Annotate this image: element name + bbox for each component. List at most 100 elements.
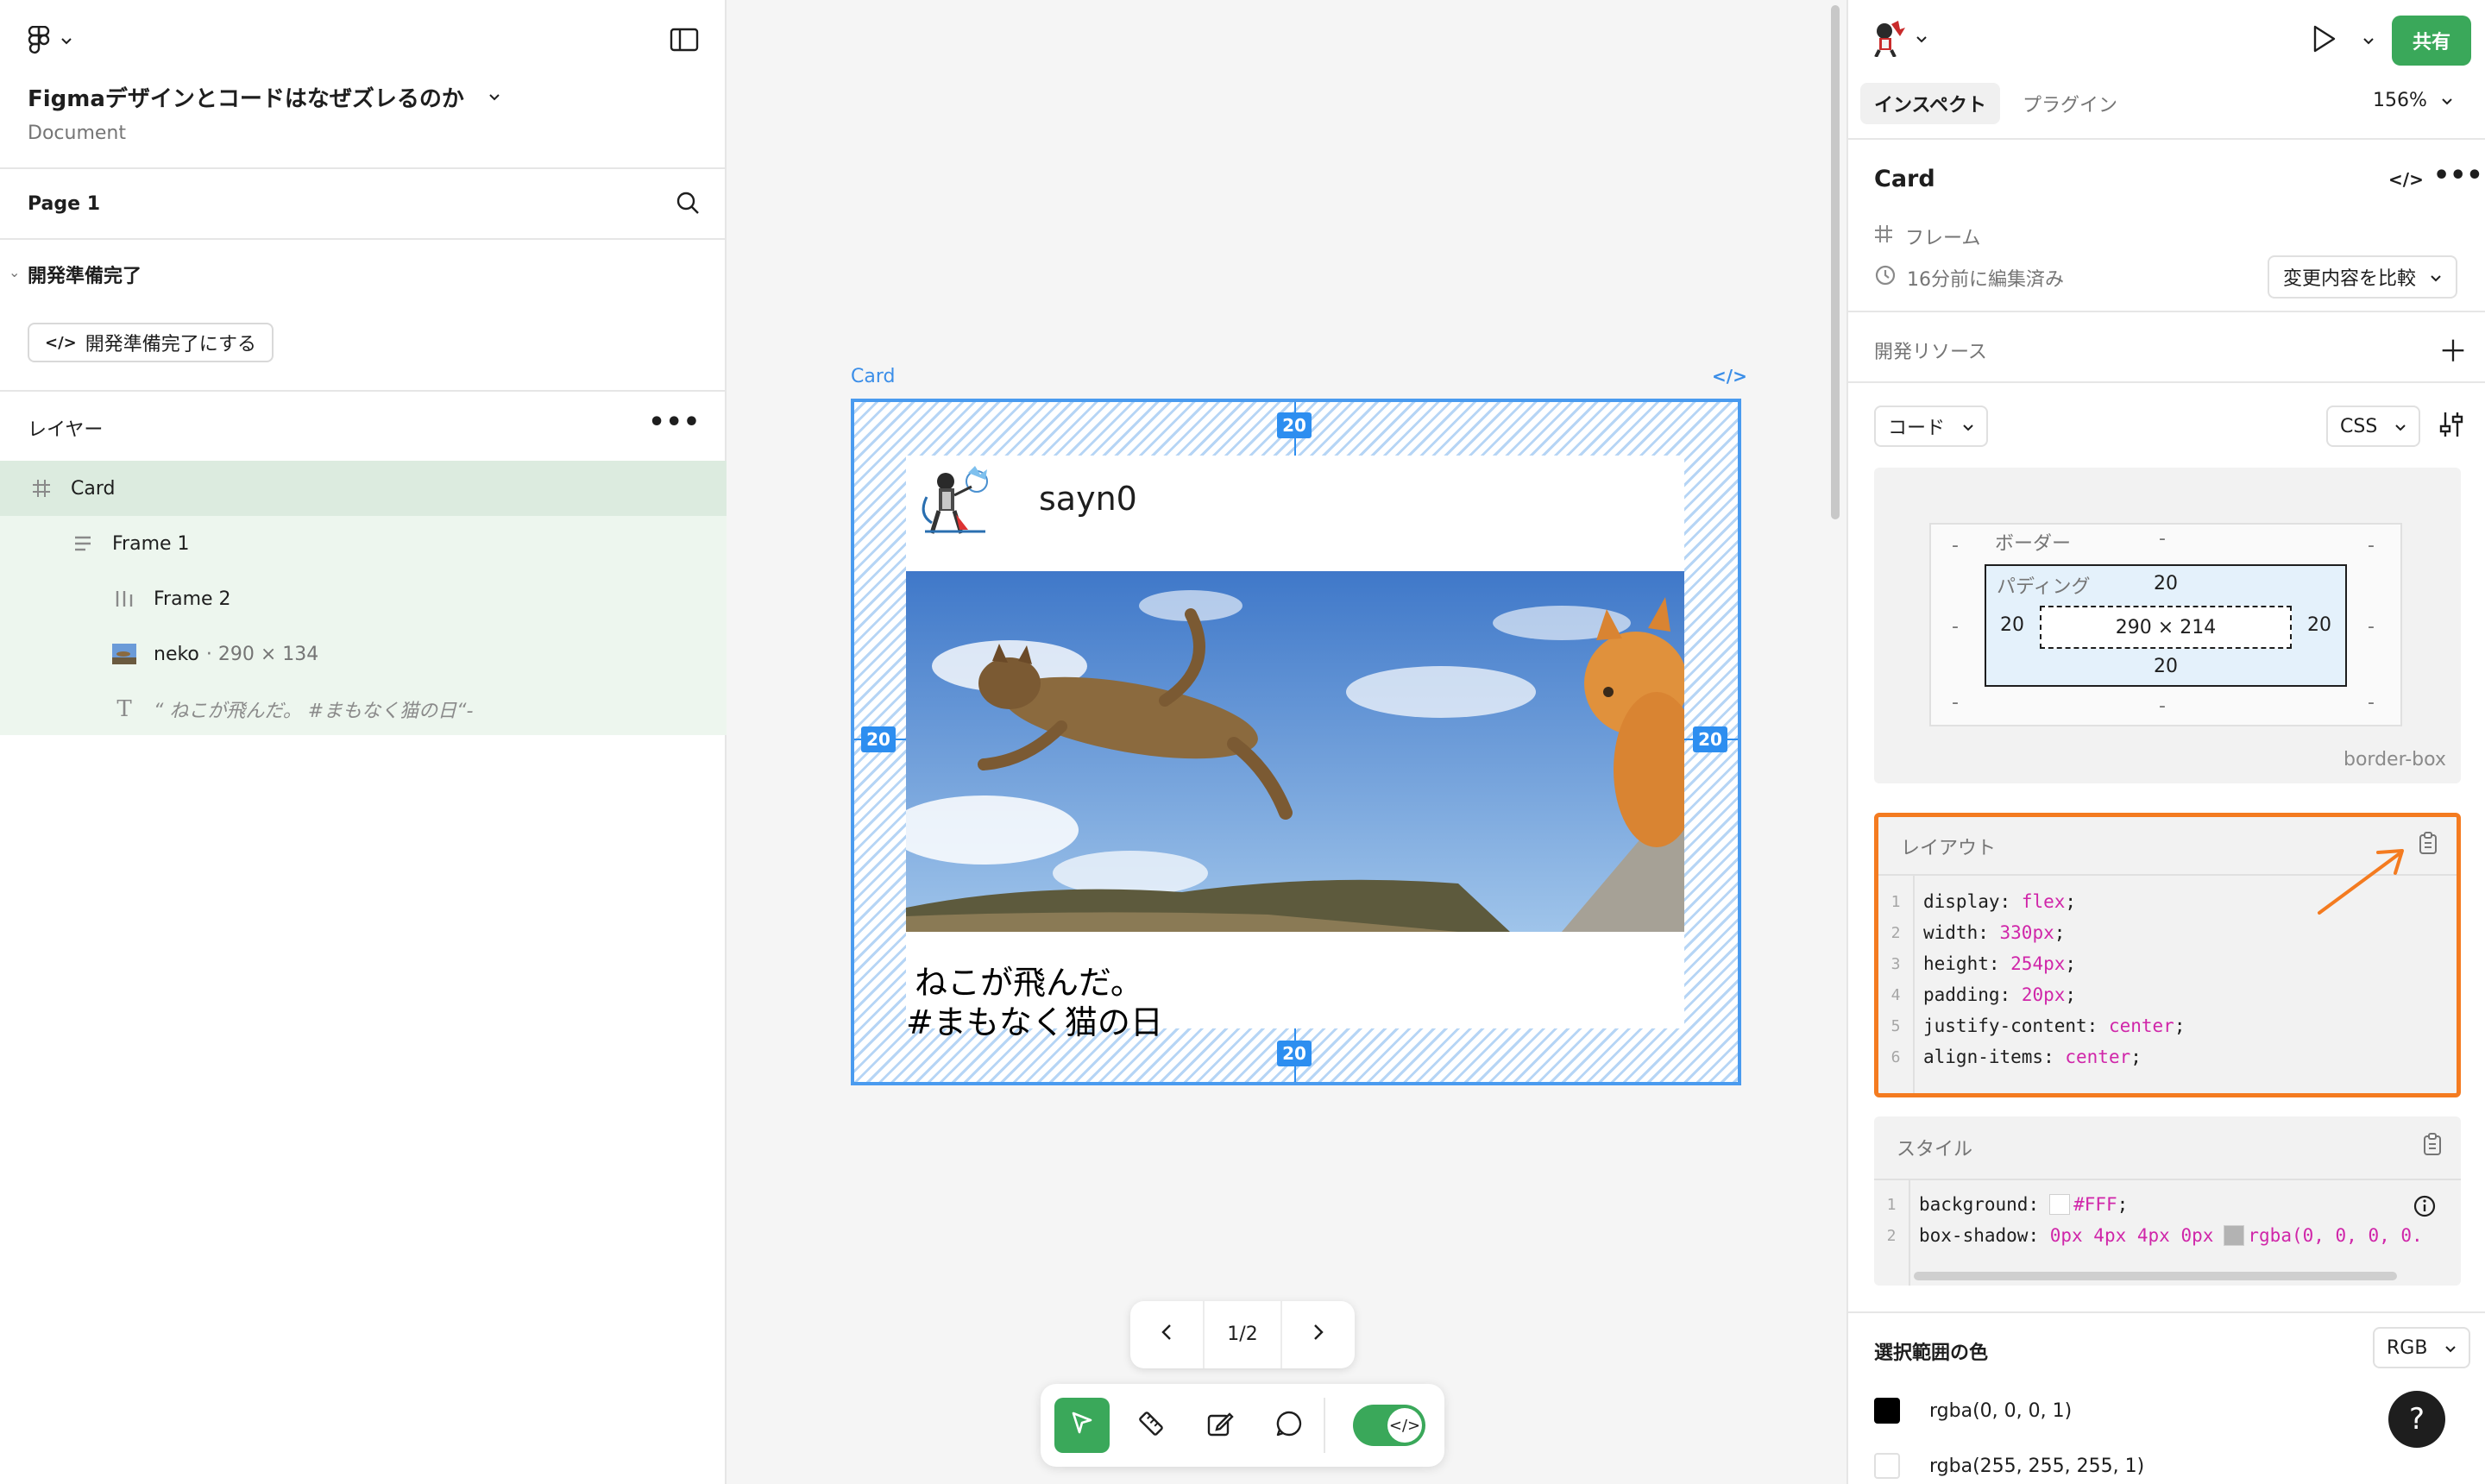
css-property: height — [1923, 953, 1989, 974]
box-model-content: 290 × 214 — [2040, 606, 2292, 649]
color-mode-dropdown[interactable]: RGB — [2373, 1327, 2471, 1368]
more-options-icon[interactable]: ••• — [648, 407, 701, 437]
page-selector[interactable]: Page 1 — [28, 193, 100, 215]
padding-left-value: 20 — [2000, 614, 2024, 636]
layer-row-frame1[interactable]: Frame 1 — [0, 516, 727, 571]
collapse-chevron-icon[interactable]: ⌄ — [9, 264, 20, 280]
selection-name: Card — [1874, 166, 1935, 192]
add-resource-button[interactable]: ＋ — [2438, 328, 2468, 370]
color-item[interactable]: rgba(255, 255, 255, 1) — [1874, 1453, 2144, 1479]
css-property: box-shadow — [1919, 1225, 2029, 1246]
css-value: flex — [2021, 891, 2066, 912]
layer-row-text[interactable]: T “ ねこが飛んだ。 #まもなく猫の日“- — [0, 682, 727, 737]
comment-bubble-icon — [1274, 1409, 1304, 1442]
code-horizontal-scrollbar[interactable] — [1914, 1272, 2397, 1280]
help-button[interactable]: ? — [2388, 1391, 2445, 1448]
line-number: 1 — [1890, 892, 1901, 911]
present-button[interactable] — [2311, 24, 2337, 57]
layers-title: レイヤー — [28, 419, 104, 441]
code-icon[interactable]: </> — [2388, 169, 2424, 190]
tab-plugins[interactable]: プラグイン — [2009, 83, 2131, 124]
padding-label: パディング — [1997, 576, 2091, 598]
corner-dash: - — [1952, 535, 1959, 556]
css-property: background — [1919, 1194, 2029, 1215]
style-code-body: 1 background: #FFF; 2 box-shadow: 0px 4px 4… — [1874, 1179, 2461, 1286]
compare-changes-label: 変更内容を比較 — [2283, 268, 2417, 290]
file-title[interactable]: Figmaデザインとコードはなぜズレるのか — [28, 81, 500, 113]
share-button[interactable]: 共有 — [2392, 16, 2471, 66]
code-dropdown[interactable]: コード — [1874, 406, 1989, 447]
layer-row-card[interactable]: Card — [0, 461, 727, 516]
figma-menu[interactable] — [28, 26, 72, 57]
code-line: 6 align-items: center; — [1878, 1041, 2142, 1072]
cat-photo — [906, 571, 1684, 932]
border-label: ボーダー — [1995, 533, 2072, 555]
line-number: 4 — [1890, 985, 1901, 1004]
text-icon: T — [116, 696, 132, 722]
layer-row-frame2[interactable]: Frame 2 — [0, 571, 727, 626]
css-value: 254px — [2010, 953, 2066, 974]
sidebar-toggle-button[interactable] — [670, 28, 699, 55]
language-dropdown[interactable]: CSS — [2326, 406, 2421, 447]
code-dropdown-label: コード — [1888, 418, 1946, 439]
layer-name: Frame 1 — [112, 532, 190, 555]
chevron-down-icon — [60, 37, 72, 46]
color-swatch — [1874, 1398, 1900, 1424]
language-dropdown-label: CSS — [2340, 415, 2378, 437]
code-line: 2 width: 330px; — [1878, 917, 2066, 948]
dev-mode-toggle[interactable]: </> — [1353, 1405, 1425, 1446]
padding-badge-top: 20 — [1277, 412, 1312, 438]
code-line: 1 display: flex; — [1878, 886, 2076, 917]
compare-changes-button[interactable]: 変更内容を比較 — [2268, 255, 2458, 299]
code-icon: </> — [45, 333, 77, 352]
code-line: 2 box-shadow: 0px 4px 4px 0px rgba(0, 0, 0… — [1874, 1220, 2423, 1251]
history-clock-icon — [1874, 264, 1897, 292]
measure-tool-button[interactable] — [1123, 1398, 1179, 1453]
corner-dash: - — [1952, 692, 1959, 714]
css-property: justify-content — [1923, 1016, 2087, 1036]
style-code-title: スタイル — [1897, 1139, 1973, 1160]
avatar — [908, 462, 994, 540]
layer-name: “ ねこが飛んだ。 #まもなく猫の日“- — [154, 701, 474, 722]
layer-name: Card — [71, 477, 116, 500]
canvas-scrollbar[interactable] — [1831, 5, 1840, 519]
chevron-down-icon[interactable] — [2362, 33, 2375, 49]
clipboard-icon — [2423, 1133, 2442, 1160]
divider — [1848, 311, 2485, 312]
chevron-right-icon — [1312, 1322, 1324, 1348]
move-tool-button[interactable] — [1054, 1398, 1110, 1453]
color-swatch — [1874, 1453, 1900, 1479]
previous-button[interactable] — [1130, 1301, 1203, 1368]
user-avatar[interactable] — [1869, 21, 1905, 58]
code-line: 4 padding: 20px; — [1878, 979, 2076, 1010]
copy-style-button[interactable] — [2423, 1132, 2442, 1160]
code-line: 1 background: #FFF; — [1874, 1189, 2128, 1220]
play-icon — [2311, 25, 2337, 57]
color-item[interactable]: rgba(0, 0, 0, 1) — [1874, 1398, 2072, 1424]
copy-layout-button[interactable] — [2419, 831, 2438, 858]
corner-dash: - — [2368, 692, 2375, 714]
color-mode-label: RGB — [2387, 1336, 2428, 1359]
zoom-dropdown[interactable]: 156% — [2373, 90, 2453, 111]
more-options-icon[interactable]: ••• — [2433, 160, 2483, 191]
code-icon[interactable]: </> — [1712, 366, 1747, 387]
mark-ready-button[interactable]: </> 開発準備完了にする — [28, 323, 274, 362]
padding-badge-left: 20 — [861, 726, 896, 752]
info-icon[interactable] — [2413, 1194, 2437, 1222]
page-search-button[interactable] — [675, 190, 701, 219]
annotate-tool-button[interactable] — [1192, 1398, 1248, 1453]
code-line: 3 height: 254px; — [1878, 948, 2076, 979]
layer-dimensions: · 290 × 134 — [205, 643, 319, 665]
tab-inspect[interactable]: インスペクト — [1860, 83, 2001, 124]
ready-section-title: 開発準備完了 — [28, 266, 142, 287]
frame-label[interactable]: Card — [851, 366, 895, 387]
comment-tool-button[interactable] — [1261, 1398, 1317, 1453]
chevron-down-icon[interactable] — [1916, 31, 1928, 47]
figma-logo-icon — [28, 26, 50, 57]
page-indicator: 1/2 — [1203, 1301, 1282, 1368]
css-property: padding — [1923, 984, 2000, 1005]
chevron-down-icon — [2394, 416, 2406, 437]
layer-row-neko[interactable]: neko · 290 × 134 — [0, 626, 727, 682]
next-button[interactable] — [1282, 1301, 1355, 1368]
code-settings-button[interactable] — [2438, 411, 2464, 442]
